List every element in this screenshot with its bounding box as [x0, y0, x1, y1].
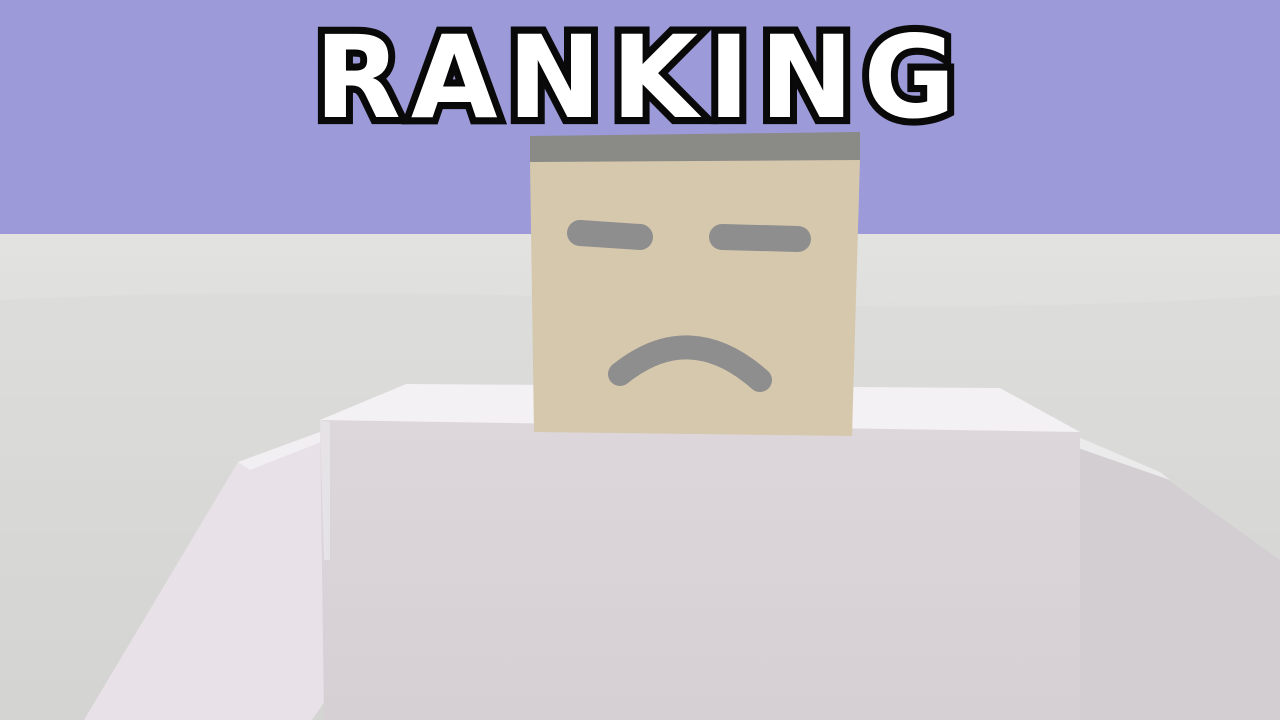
game-scene: RANKING: [0, 0, 1280, 720]
torso: [320, 420, 1080, 720]
head-face: [530, 160, 860, 436]
character-head: [530, 132, 860, 436]
right-eye: [709, 224, 811, 252]
left-eye: [567, 220, 653, 250]
ranking-title: RANKING: [308, 11, 966, 145]
